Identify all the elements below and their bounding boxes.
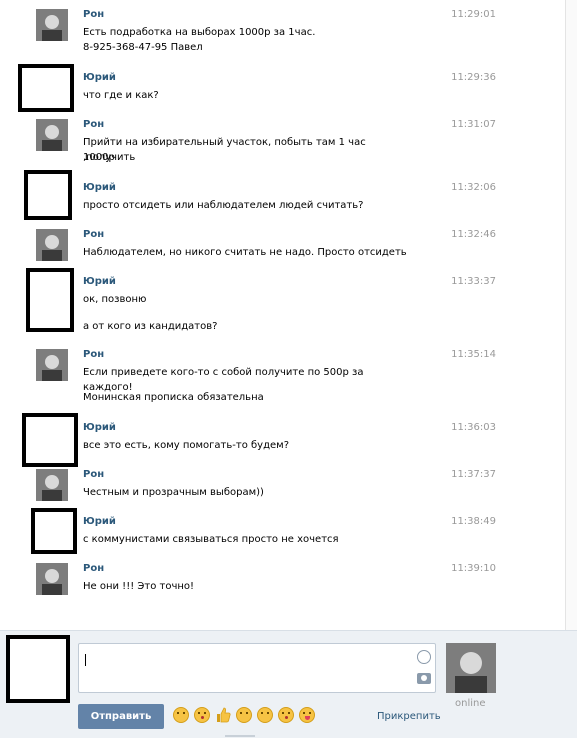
- message-author[interactable]: Юрий: [83, 516, 116, 528]
- kiss-emoji-icon[interactable]: [194, 707, 210, 723]
- message-author[interactable]: Рон: [83, 119, 104, 131]
- message-time: 11:37:37: [451, 469, 496, 480]
- message-text: что где и как?: [83, 90, 159, 101]
- message-text: ок, позвоню: [83, 294, 147, 305]
- message-text: 1000р: [83, 152, 115, 163]
- message-text: с коммунистами связываться просто не хоч…: [83, 534, 339, 545]
- sender-avatar[interactable]: [36, 563, 68, 595]
- send-button[interactable]: Отправить: [78, 704, 164, 729]
- message-text: все это есть, кому помогать-то будем?: [83, 440, 290, 451]
- my-avatar[interactable]: [6, 635, 70, 703]
- message-text: Есть подработка на выборах 1000р за 1час…: [83, 27, 316, 38]
- sender-avatar[interactable]: [24, 170, 72, 220]
- sender-avatar[interactable]: [36, 469, 68, 501]
- message-text: а от кого из кандидатов?: [83, 321, 218, 332]
- message-author[interactable]: Рон: [83, 229, 104, 241]
- person-photo-icon: [36, 469, 68, 501]
- message-author[interactable]: Юрий: [83, 182, 116, 194]
- rolling-eyes-emoji-icon[interactable]: [257, 707, 273, 723]
- contact-avatar[interactable]: [446, 643, 496, 693]
- camera-icon[interactable]: [417, 673, 431, 684]
- online-status: online: [455, 698, 486, 709]
- sender-avatar[interactable]: [31, 508, 77, 554]
- message-time: 11:38:49: [451, 516, 496, 527]
- sender-avatar[interactable]: [36, 119, 68, 151]
- message-input[interactable]: [78, 643, 436, 693]
- message-time: 11:36:03: [451, 422, 496, 433]
- laughing-emoji-icon[interactable]: [173, 707, 189, 723]
- message-time: 11:29:01: [451, 9, 496, 20]
- message-text: просто отсидеть или наблюдателем людей с…: [83, 200, 364, 211]
- text-caret: [85, 654, 86, 666]
- sender-avatar[interactable]: [36, 9, 68, 41]
- message-composer: Отправить Прикрепить online: [0, 630, 577, 738]
- person-photo-icon: [36, 119, 68, 151]
- message-author[interactable]: Рон: [83, 349, 104, 361]
- message-author[interactable]: Юрий: [83, 276, 116, 288]
- thumbs-up-icon[interactable]: [215, 707, 231, 723]
- message-time: 11:32:06: [451, 182, 496, 193]
- message-time: 11:29:36: [451, 72, 496, 83]
- message-time: 11:31:07: [451, 119, 496, 130]
- attach-link[interactable]: Прикрепить: [377, 711, 441, 722]
- message-author[interactable]: Рон: [83, 469, 104, 481]
- message-author[interactable]: Юрий: [83, 72, 116, 84]
- message-text: Монинская прописка обязательна: [83, 392, 264, 403]
- message-time: 11:39:10: [451, 563, 496, 574]
- sender-avatar[interactable]: [36, 229, 68, 261]
- message-author[interactable]: Юрий: [83, 422, 116, 434]
- smile-icon[interactable]: [417, 650, 431, 664]
- wink-emoji-icon[interactable]: [236, 707, 252, 723]
- message-author[interactable]: Рон: [83, 9, 104, 21]
- message-history: Рон 11:29:01 Есть подработка на выборах …: [0, 0, 560, 630]
- person-photo-icon: [446, 643, 496, 693]
- person-photo-icon: [36, 563, 68, 595]
- sender-avatar[interactable]: [36, 349, 68, 381]
- message-text: 8-925-368-47-95 Павел: [83, 42, 203, 53]
- person-photo-icon: [36, 229, 68, 261]
- sender-avatar[interactable]: [18, 64, 74, 112]
- message-text: Честным и прозрачным выборам)): [83, 487, 264, 498]
- person-photo-icon: [36, 9, 68, 41]
- message-text: Наблюдателем, но никого считать не надо.…: [83, 247, 407, 258]
- sender-avatar[interactable]: [26, 268, 74, 332]
- message-author[interactable]: Рон: [83, 563, 104, 575]
- scrollbar[interactable]: [565, 0, 577, 630]
- message-time: 11:32:46: [451, 229, 496, 240]
- message-time: 11:33:37: [451, 276, 496, 287]
- person-photo-icon: [36, 349, 68, 381]
- message-text: Не они !!! Это точно!: [83, 581, 195, 592]
- blow-kiss-emoji-icon[interactable]: [278, 707, 294, 723]
- message-time: 11:35:14: [451, 349, 496, 360]
- sender-avatar[interactable]: [22, 413, 78, 467]
- grin-emoji-icon[interactable]: [299, 707, 315, 723]
